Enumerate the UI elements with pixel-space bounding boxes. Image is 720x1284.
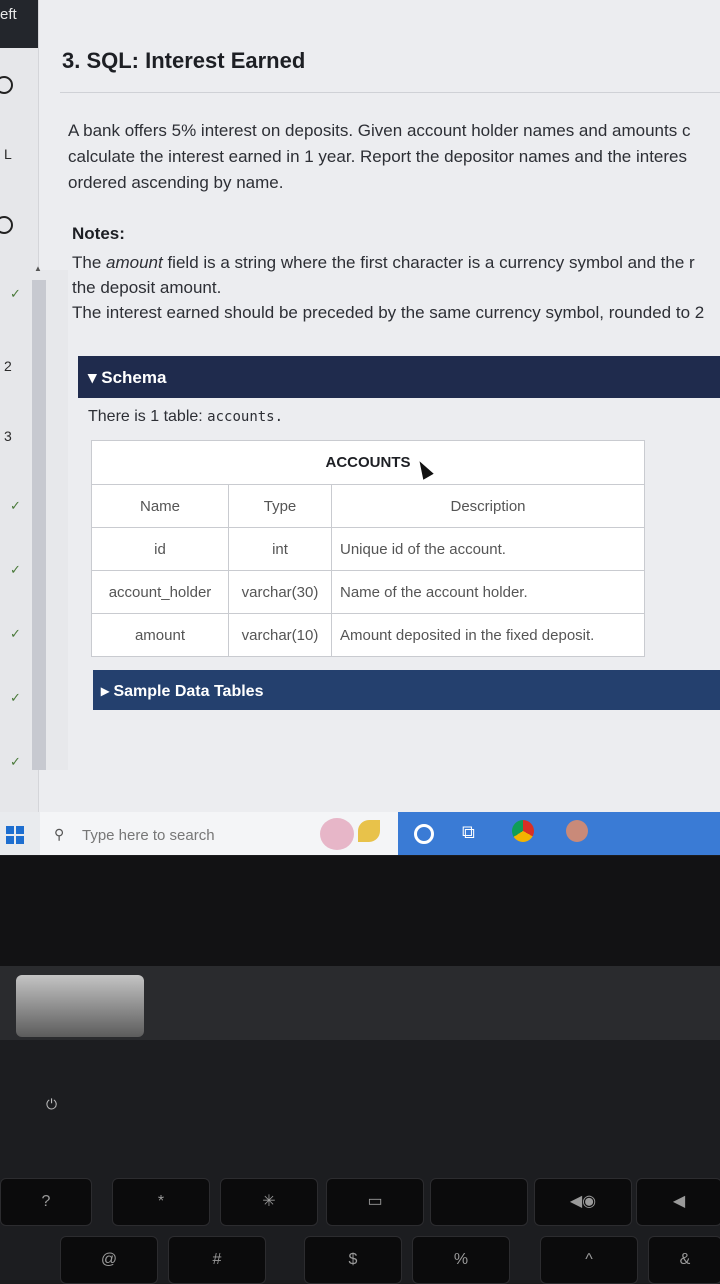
column-header: Type: [228, 484, 332, 528]
wallpaper-flower-decoration: [320, 818, 354, 850]
sidebar-item-3[interactable]: [0, 216, 40, 234]
sidebar-header-label: eft: [0, 6, 17, 23]
sample-data-toggle[interactable]: ▸ Sample Data Tables: [93, 670, 720, 710]
keyboard-key[interactable]: ◀◉: [534, 1178, 632, 1226]
sidebar-item-label: 2: [4, 358, 12, 374]
notes-body: The amount field is a string where the f…: [72, 250, 704, 325]
sidebar-item-1[interactable]: [0, 76, 40, 94]
keyboard-key[interactable]: @: [60, 1236, 158, 1284]
description-line: calculate the interest earned in 1 year.…: [68, 147, 687, 166]
keyboard-key[interactable]: %: [412, 1236, 510, 1284]
keyboard-key[interactable]: ^: [540, 1236, 638, 1284]
sidebar-item-label: L: [4, 146, 12, 162]
keyboard-key[interactable]: &: [648, 1236, 720, 1284]
schema-toggle-label: ▾ Schema: [88, 368, 167, 387]
taskbar-apps: [398, 812, 720, 855]
note-text: The: [72, 253, 107, 272]
notes-heading: Notes:: [72, 224, 125, 243]
keyboard-key[interactable]: #: [168, 1236, 266, 1284]
sidebar-item-2[interactable]: L: [0, 146, 40, 162]
note-line: The amount field is a string where the f…: [72, 250, 704, 275]
keyboard-key[interactable]: ✳: [220, 1178, 318, 1226]
power-icon[interactable]: ⏻: [46, 1096, 57, 1113]
table-caption: ACCOUNTS: [91, 440, 645, 485]
description-line: A bank offers 5% interest on deposits. G…: [68, 121, 691, 140]
column-header: Name: [91, 484, 229, 528]
note-line: The interest earned should be preceded b…: [72, 300, 704, 325]
scrollbar[interactable]: ▲: [30, 264, 68, 770]
table-header-row: Name Type Description: [91, 484, 645, 528]
app-icon[interactable]: [566, 820, 588, 842]
table-cell: int: [228, 527, 332, 571]
table-cell: Name of the account holder.: [331, 570, 645, 614]
note-text: The interest earned should be preceded b…: [72, 303, 705, 322]
cortana-icon[interactable]: [414, 824, 434, 844]
keyboard-key[interactable]: [430, 1178, 528, 1226]
keyboard-key[interactable]: ▭: [326, 1178, 424, 1226]
table-cell: amount: [91, 613, 229, 657]
scrollbar-thumb[interactable]: [32, 280, 46, 770]
task-view-icon[interactable]: ⧉: [462, 822, 475, 843]
problem-description: A bank offers 5% interest on deposits. G…: [68, 118, 720, 196]
keyboard-key[interactable]: *: [112, 1178, 210, 1226]
browser-screen: eft L ✓ 2 3 ✓ ✓ ✓ ✓ ✓ ▲ 3. SQL: Interest…: [0, 0, 720, 855]
scroll-up-icon[interactable]: ▲: [34, 264, 42, 273]
table-cell: account_holder: [91, 570, 229, 614]
problem-title: 3. SQL: Interest Earned: [62, 48, 306, 73]
table-cell: id: [91, 527, 229, 571]
circle-icon: [0, 216, 13, 234]
table-cell: varchar(30): [228, 570, 332, 614]
schema-intro: There is 1 table: accounts.: [88, 408, 283, 426]
keyboard-key[interactable]: ◀: [636, 1178, 720, 1226]
windows-taskbar: ⚲ Type here to search ⧉: [0, 812, 720, 855]
note-text: the deposit amount.: [72, 278, 222, 297]
accounts-table: ACCOUNTS Name Type Description id int Un…: [91, 440, 645, 657]
schema-toggle[interactable]: ▾ Schema: [78, 356, 720, 398]
sidebar-item-label: 3: [4, 428, 12, 444]
note-emphasis: amount: [106, 253, 163, 272]
table-row: id int Unique id of the account.: [91, 527, 645, 571]
keyboard-key[interactable]: $: [304, 1236, 402, 1284]
hinge-cap: [16, 975, 144, 1037]
description-line: ordered ascending by name.: [68, 173, 284, 192]
windows-start-icon[interactable]: [6, 826, 24, 844]
table-row: amount varchar(10) Amount deposited in t…: [91, 613, 645, 657]
table-cell: Unique id of the account.: [331, 527, 645, 571]
table-row: account_holder varchar(30) Name of the a…: [91, 570, 645, 614]
divider: [60, 92, 720, 93]
note-text: field is a string where the first charac…: [162, 253, 695, 272]
column-header: Description: [331, 484, 645, 528]
keyboard-key[interactable]: ?: [0, 1178, 92, 1226]
sidebar-header: eft: [0, 0, 38, 48]
table-cell: Amount deposited in the fixed deposit.: [331, 613, 645, 657]
search-icon: ⚲: [54, 826, 65, 842]
circle-icon: [0, 76, 13, 94]
wallpaper-leaf-decoration: [358, 820, 380, 842]
sample-data-label: ▸ Sample Data Tables: [101, 683, 264, 700]
note-line: the deposit amount.: [72, 275, 704, 300]
search-placeholder: Type here to search: [82, 827, 215, 844]
chrome-icon[interactable]: [512, 820, 534, 842]
table-cell: varchar(10): [228, 613, 332, 657]
schema-intro-text: There is 1 table:: [88, 408, 208, 425]
laptop-bezel: [0, 856, 720, 966]
schema-intro-code: accounts.: [207, 409, 284, 425]
